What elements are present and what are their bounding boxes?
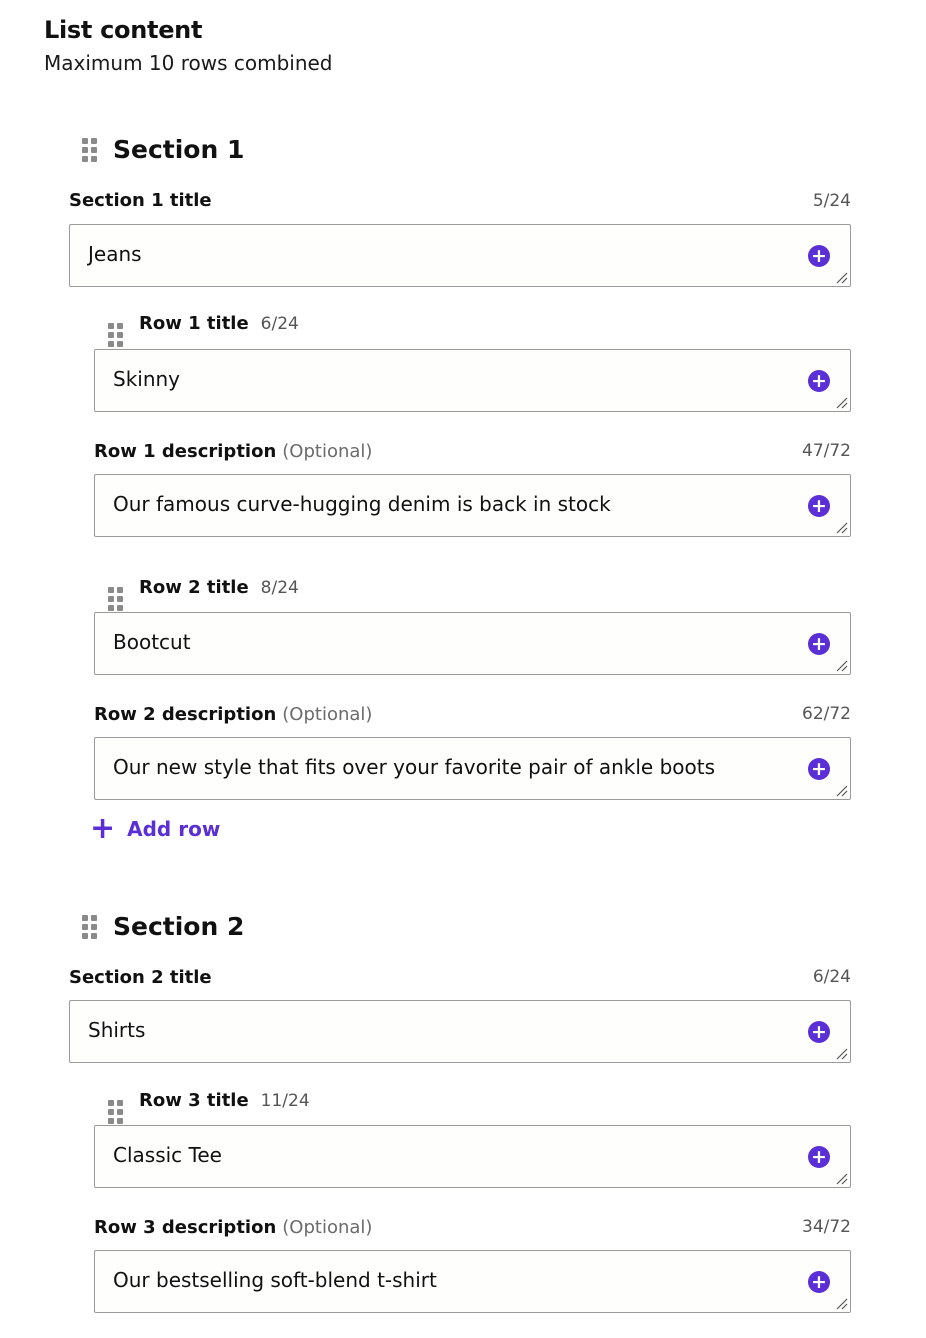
section-heading: Section 1 — [82, 135, 244, 164]
drag-handle-icon[interactable] — [108, 323, 123, 347]
row-description-label-text: Row 1 description — [94, 441, 277, 462]
row-title-input[interactable]: Skinny + — [94, 349, 851, 412]
optional-tag: (Optional) — [282, 441, 373, 462]
optional-tag: (Optional) — [282, 1217, 373, 1238]
field-value: Classic Tee — [113, 1143, 222, 1167]
row-description-label-text: Row 3 description — [94, 1217, 277, 1238]
row-description-input[interactable]: Our new style that fits over your favori… — [94, 737, 851, 800]
row-description-label: Row 1 description (Optional) — [94, 441, 372, 462]
resize-grip-icon[interactable] — [834, 658, 848, 672]
char-count: 8/24 — [260, 578, 299, 598]
section-heading-label: Section 1 — [113, 135, 245, 164]
add-row-label: Add row — [127, 817, 221, 841]
row-title-input[interactable]: Bootcut + — [94, 612, 851, 675]
add-circle-icon[interactable]: + — [808, 633, 830, 655]
drag-handle-icon[interactable] — [108, 587, 123, 611]
char-count: 47/72 — [802, 441, 851, 461]
resize-grip-icon[interactable] — [834, 395, 848, 409]
row-title-label-text: Row 2 title — [139, 577, 249, 598]
drag-handle-icon[interactable] — [82, 914, 97, 939]
resize-grip-icon[interactable] — [834, 1296, 848, 1310]
row-description-label-text: Row 2 description — [94, 704, 277, 725]
row-description-label: Row 2 description (Optional) — [94, 704, 372, 725]
resize-grip-icon[interactable] — [834, 520, 848, 534]
row-title-label: Row 2 title 8/24 — [108, 577, 299, 611]
row-title-label-text: Row 3 title — [139, 1090, 249, 1111]
field-value: Our famous curve-hugging denim is back i… — [113, 492, 611, 516]
section-title-label: Section 1 title — [69, 190, 212, 211]
section-heading-label: Section 2 — [113, 912, 245, 941]
add-circle-icon[interactable]: + — [808, 245, 830, 267]
page-subtitle: Maximum 10 rows combined — [44, 51, 333, 75]
field-value: Our bestselling soft-blend t-shirt — [113, 1268, 437, 1292]
section-title-input[interactable]: Jeans + — [69, 224, 851, 287]
row-title-label: Row 3 title 11/24 — [108, 1090, 310, 1124]
add-circle-icon[interactable]: + — [808, 1146, 830, 1168]
field-value: Our new style that fits over your favori… — [113, 755, 716, 779]
page-title: List content — [44, 16, 203, 44]
char-count: 34/72 — [802, 1217, 851, 1237]
char-count: 5/24 — [812, 191, 851, 211]
row-title-input[interactable]: Classic Tee + — [94, 1125, 851, 1188]
drag-handle-icon[interactable] — [82, 137, 97, 162]
add-circle-icon[interactable]: + — [808, 370, 830, 392]
add-row-button[interactable]: + Add row — [90, 811, 221, 846]
field-value: Shirts — [88, 1018, 146, 1042]
section-heading: Section 2 — [82, 912, 244, 941]
plus-icon: + — [90, 811, 116, 846]
field-value: Jeans — [88, 242, 142, 266]
add-circle-icon[interactable]: + — [808, 758, 830, 780]
row-description-input[interactable]: Our bestselling soft-blend t-shirt + — [94, 1250, 851, 1313]
resize-grip-icon[interactable] — [834, 1171, 848, 1185]
resize-grip-icon[interactable] — [834, 270, 848, 284]
field-value: Skinny — [113, 367, 181, 391]
add-circle-icon[interactable]: + — [808, 1271, 830, 1293]
drag-handle-icon[interactable] — [108, 1100, 123, 1124]
resize-grip-icon[interactable] — [834, 1046, 848, 1060]
add-circle-icon[interactable]: + — [808, 1021, 830, 1043]
row-title-label-text: Row 1 title — [139, 313, 249, 334]
row-description-label: Row 3 description (Optional) — [94, 1217, 372, 1238]
section-title-input[interactable]: Shirts + — [69, 1000, 851, 1063]
field-value: Bootcut — [113, 630, 191, 654]
row-title-label: Row 1 title 6/24 — [108, 313, 299, 347]
char-count: 6/24 — [812, 967, 851, 987]
resize-grip-icon[interactable] — [834, 783, 848, 797]
char-count: 11/24 — [260, 1091, 310, 1111]
optional-tag: (Optional) — [282, 704, 373, 725]
section-title-label: Section 2 title — [69, 967, 212, 988]
row-description-input[interactable]: Our famous curve-hugging denim is back i… — [94, 474, 851, 537]
add-circle-icon[interactable]: + — [808, 495, 830, 517]
char-count: 6/24 — [260, 314, 299, 334]
char-count: 62/72 — [802, 704, 851, 724]
